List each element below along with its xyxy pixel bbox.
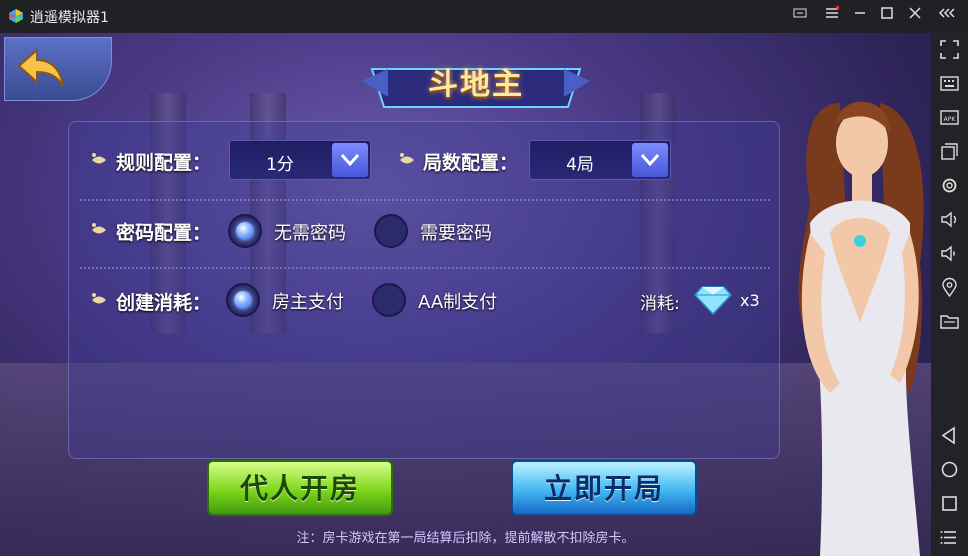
rounds-label: 局数配置： (423, 152, 519, 174)
apk-install-icon[interactable]: APK (939, 107, 960, 128)
leaf-ornament-icon (92, 293, 106, 304)
password-label: 密码配置： (116, 222, 212, 244)
rules-label: 规则配置： (116, 152, 212, 174)
radio-host-pay[interactable] (226, 283, 260, 317)
game-title: 斗地主 (428, 67, 524, 102)
app-logo-icon (9, 9, 23, 23)
radio-need-password[interactable] (374, 214, 408, 248)
leaf-ornament-icon (92, 223, 106, 234)
hostess-character-image (798, 101, 924, 556)
collapse-icon[interactable] (938, 6, 958, 26)
svg-text:APK: APK (944, 116, 957, 123)
row-divider (80, 267, 770, 269)
proxy-open-room-button[interactable]: 代人开房 (207, 460, 393, 516)
game-viewport: 斗地主 规则配置： 1分 局数配置： 4局 密码配置： 无需密码 需要密码 创建… (0, 33, 931, 556)
rules-select[interactable]: 1分 (229, 140, 371, 180)
minimize-icon[interactable] (850, 6, 870, 26)
home-icon[interactable] (939, 459, 960, 480)
switch-screen-icon[interactable] (790, 6, 810, 26)
settings-icon[interactable] (939, 175, 960, 196)
consume-count: x3 (740, 291, 760, 310)
diamond-icon (694, 286, 732, 315)
maximize-icon[interactable] (877, 6, 897, 26)
return-arrow-icon (17, 47, 64, 87)
leaf-ornament-icon (400, 153, 414, 164)
radio-aa-pay[interactable] (372, 283, 406, 317)
more-icon[interactable] (939, 527, 960, 548)
row-divider (80, 199, 770, 201)
radio-host-pay-label[interactable]: 房主支付 (272, 288, 344, 314)
emulator-sidebar: APK (931, 33, 968, 556)
folder-icon[interactable] (939, 311, 960, 332)
radio-need-password-label[interactable]: 需要密码 (420, 219, 492, 245)
multi-window-icon[interactable] (939, 141, 960, 162)
leaf-ornament-icon (92, 153, 106, 164)
start-game-button[interactable]: 立即开局 (511, 460, 697, 516)
radio-no-password[interactable] (228, 214, 262, 248)
close-icon[interactable] (905, 6, 925, 26)
fullscreen-icon[interactable] (939, 39, 960, 60)
window-title: 逍遥模拟器1 (30, 10, 109, 26)
cost-config-label: 创建消耗： (116, 292, 212, 314)
volume-down-icon[interactable] (939, 243, 960, 264)
dropdown-chevron-icon[interactable] (632, 143, 668, 177)
volume-up-icon[interactable] (939, 209, 960, 230)
rules-value: 1分 (266, 155, 294, 175)
keyboard-icon[interactable] (939, 73, 960, 94)
back-button[interactable] (4, 37, 112, 101)
location-icon[interactable] (939, 277, 960, 298)
rounds-value: 4局 (566, 155, 594, 175)
dropdown-chevron-icon[interactable] (332, 143, 368, 177)
radio-no-password-label[interactable]: 无需密码 (274, 219, 346, 245)
radio-aa-pay-label[interactable]: AA制支付 (418, 288, 497, 314)
rounds-select[interactable]: 4局 (529, 140, 671, 180)
window-titlebar: 逍遥模拟器1 (0, 0, 968, 33)
consume-label: 消耗: (640, 294, 680, 314)
recent-apps-icon[interactable] (939, 493, 960, 514)
back-icon[interactable] (939, 425, 960, 446)
menu-icon[interactable] (822, 5, 842, 26)
